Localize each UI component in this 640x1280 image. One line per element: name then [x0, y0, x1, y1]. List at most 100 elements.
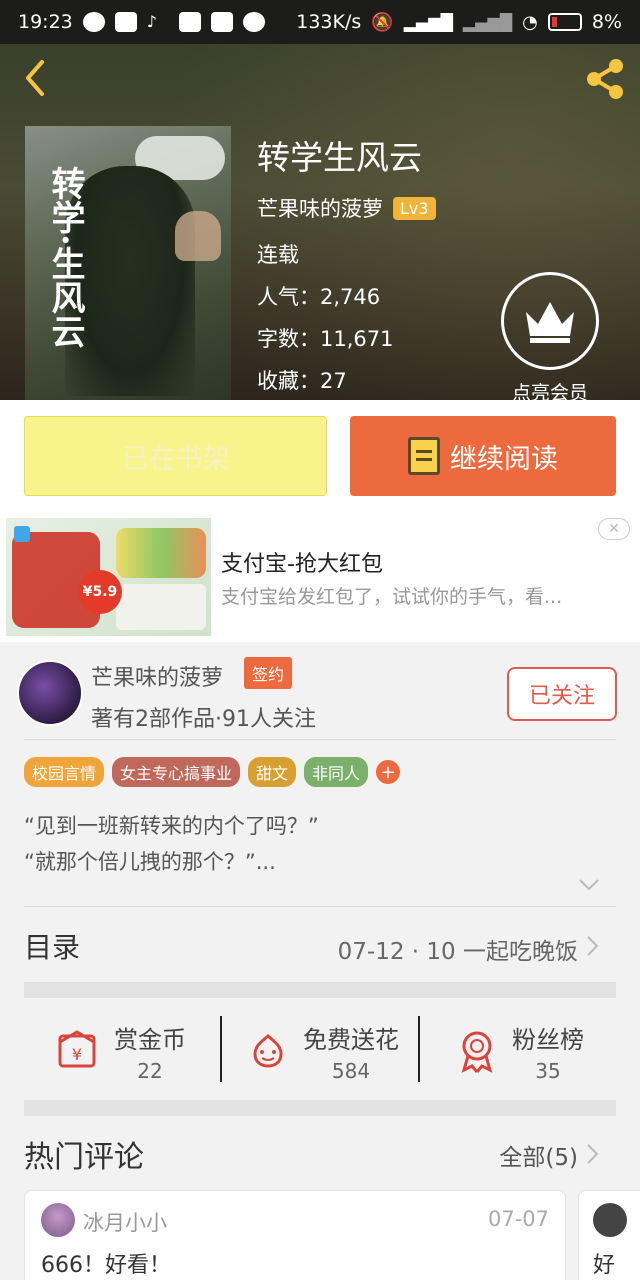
cover-angel	[175, 211, 221, 261]
flower-icon	[253, 1034, 283, 1068]
ghost-icon	[242, 12, 265, 32]
comment-card[interactable]: 好	[578, 1190, 640, 1280]
battery-level: 8%	[591, 11, 622, 33]
reward-coins-value: 22	[137, 1058, 163, 1083]
share-button[interactable]	[582, 56, 628, 102]
section-separator	[24, 1100, 616, 1116]
send-flower-value: 584	[331, 1058, 371, 1083]
commenter-avatar[interactable]	[593, 1203, 627, 1237]
book-header: 转学·生风云 转学生风云 芒果味的菠萝 Lv3 连载 人气：2,746 字数：1…	[0, 44, 640, 400]
author-avatar[interactable]	[17, 660, 83, 726]
catalog-label: 目录	[24, 931, 81, 964]
stats-row: ¥ 赏金币 22 免费送花 584 粉丝榜 35	[0, 1000, 640, 1100]
status-bar: 19:23 ♪ 133K/s 🔕 ▂▄▆█ ▂▄▆█ ◔ 8%	[0, 0, 640, 44]
fan-ranking[interactable]: 粉丝榜 35	[454, 1016, 584, 1086]
book-title: 转学生风云	[257, 138, 422, 177]
ad-close-button[interactable]: ✕	[598, 518, 630, 540]
network-speed: 133K/s	[296, 11, 362, 33]
commenter-name[interactable]: 冰月小小	[83, 1207, 167, 1237]
chat-icon	[178, 12, 201, 32]
in-shelf-button[interactable]: 已在书架	[24, 416, 327, 496]
latest-chapter: 07-12 · 10 一起吃晚饭	[337, 939, 578, 965]
ad-title[interactable]: 支付宝-抢大红包	[221, 546, 383, 578]
fan-ranking-label: 粉丝榜	[512, 1025, 584, 1054]
reward-coins-label: 赏金币	[114, 1025, 186, 1054]
book-word-count: 字数：11,671	[257, 327, 394, 351]
send-flower-label: 免费送花	[303, 1025, 399, 1054]
tag-career-heroine[interactable]: 女主专心搞事业	[112, 757, 241, 787]
signed-badge: 签约	[244, 657, 293, 689]
chevron-right-icon[interactable]	[585, 1142, 601, 1166]
ad-description: 支付宝给发红包了，试试你的手气，看...	[221, 586, 563, 608]
comment-text: 好	[593, 1253, 616, 1278]
ad-mark-icon	[14, 526, 30, 542]
continue-reading-button[interactable]: 继续阅读	[350, 416, 616, 496]
medal-icon	[461, 1031, 493, 1073]
close-icon: ✕	[608, 521, 620, 537]
signal-icon: ▂▄▆█	[403, 12, 453, 32]
comment-text: 666！好看！	[41, 1253, 171, 1278]
intro-line-1: “见到一班新转来的内个了吗？”	[24, 814, 319, 838]
reward-coins[interactable]: ¥ 赏金币 22	[56, 1016, 186, 1086]
comment-date: 07-07	[487, 1207, 549, 1231]
expand-chevron-icon[interactable]	[578, 878, 600, 892]
tag-sweet[interactable]: 甜文	[248, 757, 297, 787]
hot-comments-title: 热门评论	[24, 1140, 144, 1175]
divider	[418, 1016, 420, 1082]
share-icon	[587, 59, 623, 99]
send-flower[interactable]: 免费送花 584	[245, 1016, 399, 1086]
book-favorites: 收藏：27	[257, 369, 347, 393]
divider	[24, 739, 616, 740]
fan-ranking-value: 35	[535, 1058, 561, 1083]
author-section: 芒果味的菠萝 签约 著有2部作品·91人关注 已关注 校园言情 女主专心搞事业 …	[0, 648, 640, 907]
ad-image[interactable]: ¥5.9	[6, 518, 211, 636]
signal2-icon: ▂▄▆█	[462, 12, 513, 32]
crown-icon	[501, 272, 599, 370]
ad-banner[interactable]: ¥5.9 支付宝-抢大红包 支付宝给发红包了，试试你的手气，看... ✕	[0, 512, 640, 642]
author-name[interactable]: 芒果味的菠萝	[91, 660, 223, 692]
vip-label: 点亮会员	[511, 382, 588, 400]
add-tag-button[interactable]: +	[376, 760, 401, 784]
vip-button[interactable]: 点亮会员	[500, 272, 600, 400]
book-info: 转学生风云 芒果味的菠萝 Lv3 连载 人气：2,746 字数：11,671 收…	[257, 136, 436, 400]
tag-original[interactable]: 非同人	[304, 757, 369, 787]
coin-envelope-icon: ¥	[58, 1030, 96, 1068]
chevron-right-icon	[587, 936, 599, 956]
book-popularity: 人气：2,746	[257, 285, 381, 309]
ad-price-badge: ¥5.9	[78, 570, 122, 614]
cup-icon	[210, 12, 233, 32]
back-arrow-icon	[26, 60, 44, 96]
play-store-icon	[114, 12, 137, 32]
back-button[interactable]	[16, 58, 56, 98]
tag-list: 校园言情 女主专心搞事业 甜文 非同人 +	[24, 757, 401, 787]
cover-title: 转学·生风云	[45, 166, 85, 348]
book-icon	[408, 437, 440, 475]
mute-icon: 🔕	[371, 11, 394, 33]
ad-jar-colorful	[116, 528, 206, 578]
continue-reading-label: 继续阅读	[450, 443, 558, 475]
wechat-icon	[82, 12, 105, 32]
book-cover[interactable]: 转学·生风云	[25, 126, 231, 400]
commenter-avatar[interactable]	[41, 1203, 75, 1237]
comment-card[interactable]: 冰月小小 07-07 666！好看！	[24, 1190, 566, 1280]
all-comments-link[interactable]: 全部(5)	[499, 1138, 578, 1172]
wifi-icon: ◔	[522, 11, 538, 33]
book-intro[interactable]: “见到一班新转来的内个了吗？” “就那个倍儿拽的那个？”...	[24, 808, 319, 880]
action-bar: 已在书架 继续阅读	[0, 400, 640, 512]
music-icon: ♪	[146, 12, 157, 31]
plus-icon: +	[380, 761, 396, 783]
tag-campus-romance[interactable]: 校园言情	[24, 757, 105, 787]
level-badge: Lv3	[393, 196, 436, 220]
battery-icon	[547, 13, 582, 31]
divider	[220, 1016, 222, 1082]
book-author-row[interactable]: 芒果味的菠萝 Lv3	[257, 192, 436, 224]
book-author[interactable]: 芒果味的菠萝	[257, 193, 383, 223]
follow-button[interactable]: 已关注	[507, 667, 617, 721]
section-separator	[24, 982, 616, 998]
status-time: 19:23	[18, 11, 73, 33]
ad-jar-white	[116, 584, 206, 630]
catalog-row[interactable]: 目录 07-12 · 10 一起吃晚饭	[0, 906, 640, 986]
intro-line-2: “就那个倍儿拽的那个？”...	[24, 850, 276, 874]
book-status: 连载	[257, 243, 299, 267]
svg-text:¥: ¥	[72, 1045, 82, 1064]
